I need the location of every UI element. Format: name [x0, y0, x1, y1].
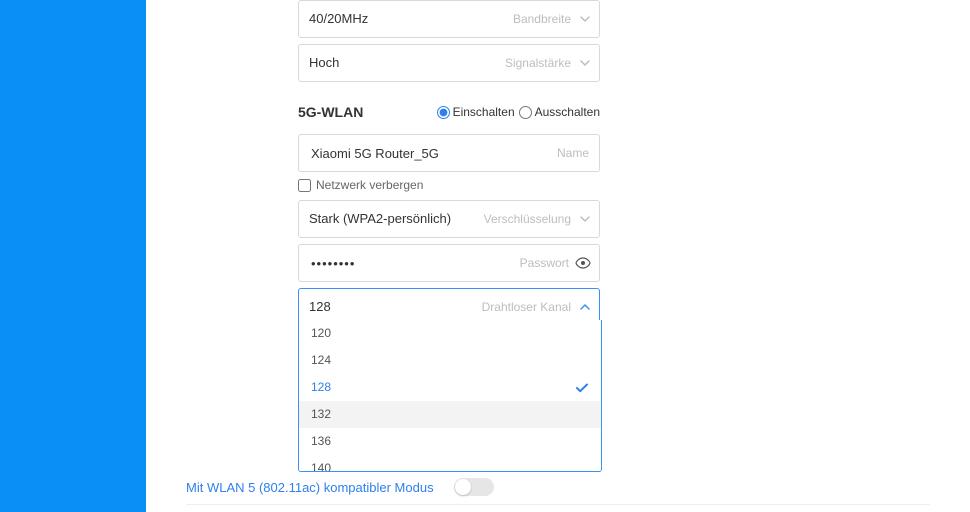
name-field[interactable]: Name	[298, 134, 600, 172]
divider	[186, 504, 930, 505]
compat-mode-label: Mit WLAN 5 (802.11ac) kompatibler Modus	[186, 480, 434, 495]
radio-off[interactable]: Ausschalten	[519, 105, 600, 119]
channel-option[interactable]: 124	[299, 347, 601, 374]
channel-option[interactable]: 132	[299, 401, 601, 428]
radio-on[interactable]: Einschalten	[437, 105, 515, 119]
chevron-down-icon	[579, 213, 591, 225]
left-rail	[0, 0, 146, 512]
name-input[interactable]	[309, 145, 589, 162]
channel-option[interactable]: 128	[299, 374, 601, 401]
encryption-select[interactable]: Stark (WPA2-persönlich) Verschlüsselung	[298, 200, 600, 238]
encryption-value: Stark (WPA2-persönlich)	[309, 211, 451, 226]
eye-icon[interactable]	[575, 257, 591, 269]
bandwidth-select[interactable]: 40/20MHz Bandbreite	[298, 0, 600, 38]
channel-option[interactable]: 136	[299, 428, 601, 455]
content-area: 40/20MHz Bandbreite Hoch Signalstärke 5G…	[146, 0, 970, 512]
radio-on-input[interactable]	[437, 106, 450, 119]
name-label: Name	[557, 146, 589, 160]
bandwidth-value: 40/20MHz	[309, 11, 368, 26]
chevron-down-icon	[579, 13, 591, 25]
toggle-knob	[455, 479, 471, 495]
section-5g-title: 5G-WLAN	[298, 104, 363, 120]
channel-dropdown[interactable]: 120124128132136140	[298, 320, 602, 472]
channel-value: 128	[309, 299, 331, 314]
bandwidth-label: Bandbreite	[513, 1, 571, 37]
hide-network-checkbox[interactable]	[298, 179, 311, 192]
signal-label: Signalstärke	[505, 45, 571, 81]
wlan5g-radio-group: Einschalten Ausschalten	[437, 105, 600, 119]
hide-network-label: Netzwerk verbergen	[316, 178, 423, 192]
check-icon	[575, 381, 589, 395]
channel-option[interactable]: 120	[299, 320, 601, 347]
encryption-label: Verschlüsselung	[484, 201, 571, 237]
radio-off-input[interactable]	[519, 106, 532, 119]
chevron-up-icon	[579, 301, 591, 313]
password-field[interactable]: Passwort	[298, 244, 600, 282]
signal-select[interactable]: Hoch Signalstärke	[298, 44, 600, 82]
signal-value: Hoch	[309, 55, 339, 70]
channel-option[interactable]: 140	[299, 455, 601, 472]
chevron-down-icon	[579, 57, 591, 69]
password-label: Passwort	[520, 256, 569, 270]
compat-mode-toggle[interactable]	[454, 478, 494, 496]
